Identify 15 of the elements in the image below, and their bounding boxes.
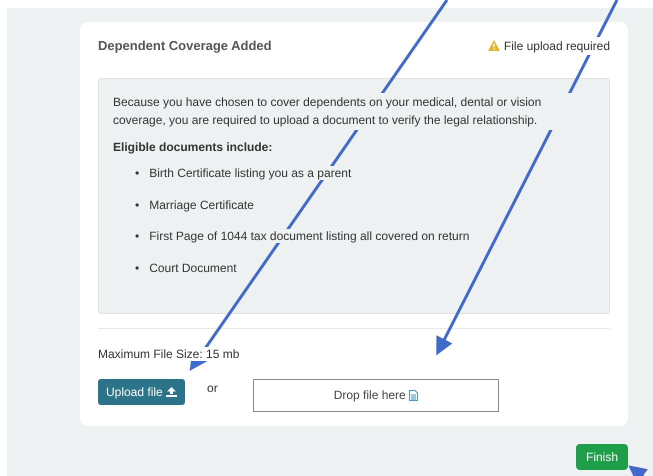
finish-button[interactable]: Finish <box>576 444 628 470</box>
document-item: Birth Certificate listing you as a parent <box>149 166 352 180</box>
upload-icon <box>166 386 178 396</box>
separator-text: or <box>207 380 218 396</box>
drop-zone[interactable]: Drop file here <box>252 378 499 412</box>
warning-icon <box>488 40 500 52</box>
document-item: Court Document <box>149 261 237 276</box>
list-heading: Eligible documents include: <box>113 140 272 154</box>
file-icon <box>408 390 418 400</box>
status-text: File upload required <box>504 36 610 55</box>
document-item: Marriage Certificate <box>149 198 254 212</box>
upload-button[interactable]: Upload file <box>98 378 186 404</box>
max-size-text: Maximum File Size: 15 mb <box>98 346 240 360</box>
document-item: First Page of 1044 tax document listing all covered on return <box>149 229 470 244</box>
drop-zone-label: Drop file here <box>334 387 406 404</box>
